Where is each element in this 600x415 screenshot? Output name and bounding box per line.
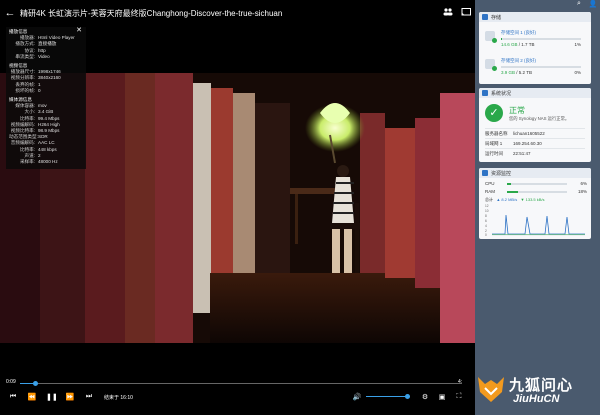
back-button[interactable]: ←	[0, 7, 20, 19]
system-health-icon	[482, 90, 488, 96]
pause-button[interactable]: ❚❚	[46, 393, 58, 401]
settings-button[interactable]: ⚙	[420, 393, 430, 401]
lan-row: 局域网 1 169.254.60.30	[485, 138, 585, 147]
upload-series-line	[492, 214, 585, 235]
resource-monitor-title: 资源监控	[491, 170, 512, 177]
skip-next-button[interactable]: ⏭	[84, 393, 94, 401]
resource-monitor-icon	[482, 170, 488, 176]
cast-button[interactable]	[457, 8, 475, 18]
volume-slider[interactable]	[366, 394, 411, 399]
volume-usage-bar-1	[501, 38, 581, 40]
storage-icon	[482, 14, 488, 20]
y-tick-label: 4	[485, 224, 487, 228]
server-name-row: 服务器名称 lichuan1605522	[485, 128, 585, 137]
player-controls: 0:09 4: ⏮ ⏪ ❚❚ ⏩ ⏭ 结束于 16:10 🔊 ⚙ ▣ ⛶	[0, 374, 475, 415]
dsm-top-bar: ⌕ 👤	[475, 0, 600, 12]
volume-name-2: 存储空间 2 (良好)	[501, 58, 536, 63]
end-time-label: 结束于 16:10	[104, 395, 133, 401]
cast-icon	[461, 8, 471, 16]
skip-previous-icon: ⏮	[9, 393, 17, 400]
rewind-button[interactable]: ⏪	[27, 393, 37, 401]
volume-name-1: 存储空间 1 (良好)	[501, 30, 536, 35]
cpu-row: CPU 6%	[485, 181, 587, 186]
volume-row-1[interactable]: 存储空间 1 (良好) 14.6 GB / 1.7 TB 1%	[483, 28, 587, 50]
volume-usage-bar-2	[501, 66, 581, 68]
fast-forward-button[interactable]: ⏩	[65, 393, 75, 401]
volume-size-2: 3.9 GB / 5.2 TB	[501, 70, 532, 75]
volume-slider-handle[interactable]	[405, 394, 411, 399]
check-icon: ✓	[485, 104, 503, 122]
network-graph: 12 10 8 6 4 2 0	[485, 204, 585, 237]
storage-widget-header: 存储	[479, 12, 591, 22]
video-player[interactable]: ← 精研4K 长虹演示片-芙蓉天府最终版Changhong-Discover-t…	[0, 0, 475, 415]
video-title: 精研4K 长虹演示片-芙蓉天府最终版Changhong-Discover-the…	[20, 8, 283, 18]
people-button[interactable]	[439, 8, 457, 18]
y-tick-label: 6	[485, 219, 487, 223]
picture-in-picture-icon: ▣	[438, 394, 446, 401]
pause-icon: ❚❚	[46, 394, 58, 401]
volume-slider-fill	[366, 396, 408, 397]
volume-icon-2	[485, 59, 497, 71]
fox-logo-icon	[478, 377, 504, 402]
system-health-widget: 系统状况 ✓ 正常 您的 Synology NAS 运行正常。 服务器名称 lic…	[479, 88, 591, 162]
system-status: 正常	[509, 106, 525, 115]
skip-next-icon: ⏭	[85, 393, 93, 400]
volume-percent-1: 1%	[574, 42, 581, 47]
storage-widget: 存储 存储空间 1 (良好) 14.6 GB / 1.7 TB 1% 存储空间 …	[479, 12, 591, 84]
skip-previous-button[interactable]: ⏮	[8, 393, 18, 401]
system-status-desc: 您的 Synology NAS 运行正常。	[509, 116, 570, 121]
watermark-chinese-text: 九狐问心	[509, 377, 574, 394]
storage-widget-title: 存储	[491, 14, 502, 21]
fullscreen-icon: ⛶	[456, 393, 462, 400]
arrow-left-icon: ←	[4, 7, 16, 19]
y-tick-label: 8	[485, 214, 487, 218]
system-health-header: 系统状况	[479, 88, 591, 98]
volume-icon: 🔊	[352, 394, 362, 401]
volume-button[interactable]: 🔊	[352, 393, 362, 401]
fullscreen-button[interactable]: ⛶	[454, 393, 464, 401]
seek-bar-handle[interactable]	[32, 381, 38, 386]
volume-icon-1	[485, 31, 497, 43]
picture-in-picture-button[interactable]: ▣	[437, 393, 447, 401]
playback-info-panel: ✕ 播放信息 播放器: Html Video Player 播放方式: 直接播放 协议: h…	[6, 27, 86, 169]
volume-size-1: 14.6 GB / 1.7 TB	[501, 42, 535, 47]
rewind-icon: ⏪	[27, 394, 37, 401]
fast-forward-icon: ⏩	[65, 394, 75, 401]
duration-time-cut: 4:	[458, 379, 463, 385]
y-tick-label: 12	[485, 204, 489, 208]
y-tick-label: 0	[485, 233, 487, 237]
system-health-title: 系统状况	[491, 90, 512, 97]
user-icon[interactable]: 👤	[586, 0, 600, 12]
ram-row: RAM 18%	[485, 189, 587, 194]
people-icon	[443, 8, 453, 16]
resource-monitor-header: 资源监控	[479, 168, 591, 178]
search-icon[interactable]: ⌕	[572, 0, 586, 12]
volume-row-2[interactable]: 存储空间 2 (良好) 3.9 GB / 5.2 TB 0%	[483, 56, 587, 78]
resource-monitor-widget: 资源监控 CPU 6% RAM 18% 总计 ▲ 8.2 MB/s ▼ 133.…	[479, 168, 591, 239]
settings-icon: ⚙	[421, 394, 429, 401]
uptime-row: 运行时间 22:51:47	[485, 148, 585, 157]
watermark-english-text: JiuHuCN	[513, 393, 560, 405]
watermark-logo: 九狐问心 JiuHuCN	[473, 368, 600, 415]
close-info-button[interactable]: ✕	[76, 27, 82, 34]
seek-bar[interactable]	[20, 381, 462, 386]
y-tick-label: 10	[485, 209, 489, 213]
volume-percent-2: 0%	[574, 70, 581, 75]
current-time: 0:09	[6, 379, 16, 385]
player-top-bar: ← 精研4K 长虹演示片-芙蓉天府最终版Changhong-Discover-t…	[0, 0, 475, 26]
close-icon: ✕	[76, 27, 82, 34]
